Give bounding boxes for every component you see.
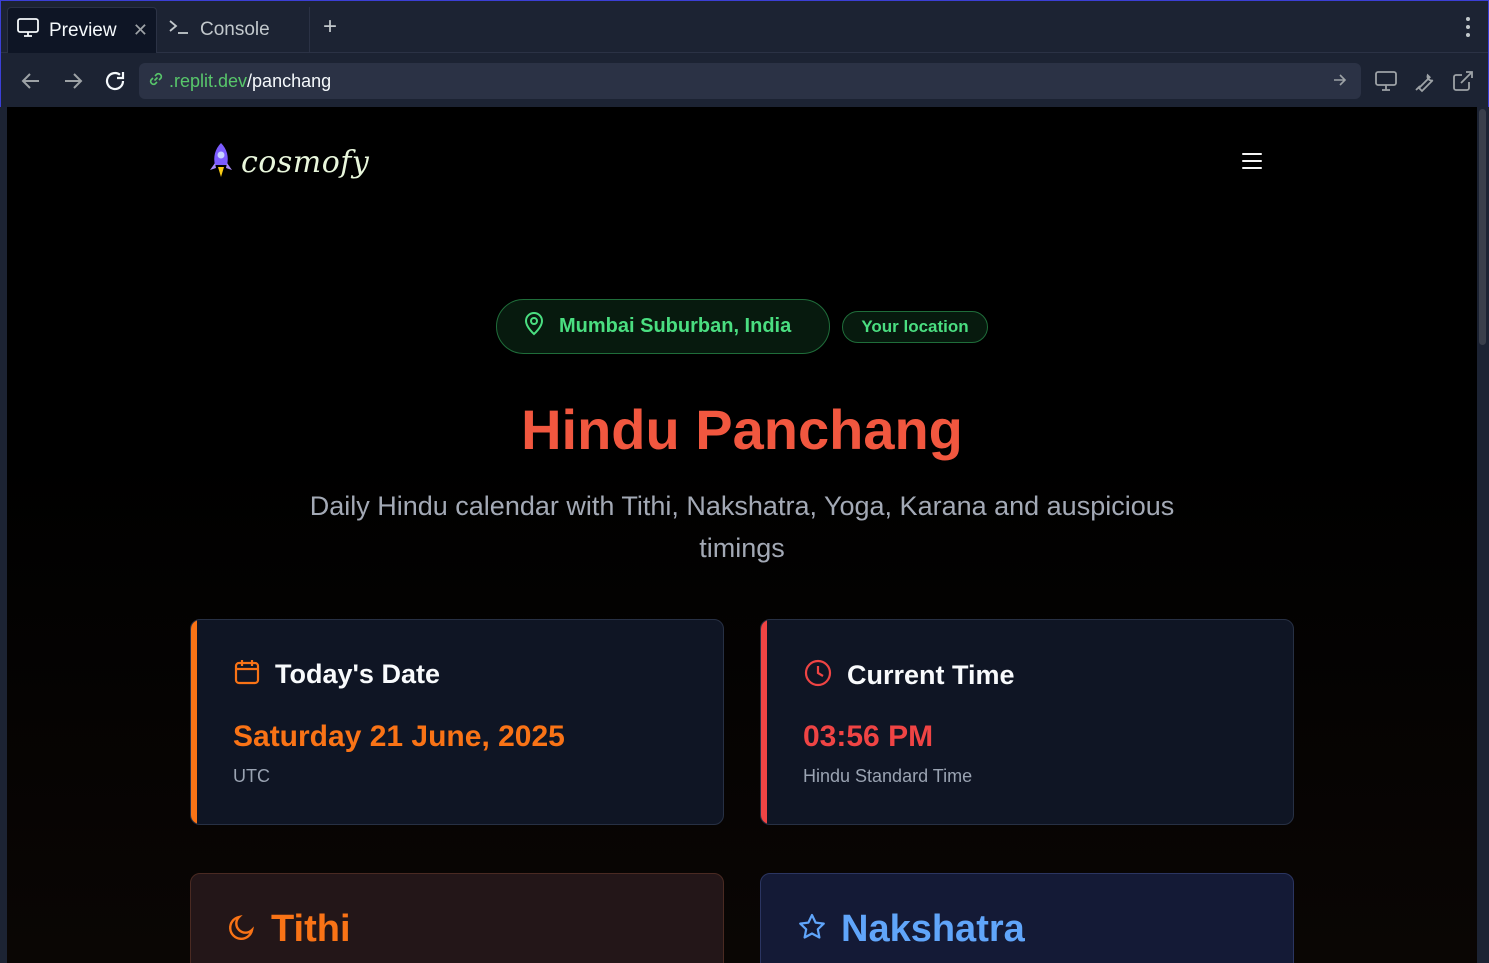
new-tab-button[interactable]: + [323, 15, 337, 39]
logo-text: cosmofy [241, 145, 370, 180]
card-heading: Today's Date [275, 659, 440, 689]
moon-icon [227, 912, 257, 947]
close-tab-icon[interactable]: ✕ [133, 20, 148, 41]
calendar-icon [233, 658, 261, 691]
date-note: UTC [233, 766, 270, 786]
scrollbar-thumb[interactable] [1479, 109, 1486, 345]
card-heading: Nakshatra [841, 908, 1025, 950]
page-scrollbar[interactable] [1477, 107, 1489, 963]
more-options-icon[interactable] [1466, 17, 1470, 37]
open-external-icon[interactable] [1451, 69, 1475, 93]
navigation-bar: .replit.dev/panchang [1, 54, 1488, 108]
back-icon[interactable] [19, 69, 43, 93]
browser-chrome: Preview ✕ Console + .replit.dev/panchang [0, 0, 1489, 107]
card-header: Nakshatra [797, 908, 1025, 951]
card-header: Current Time [803, 658, 1015, 693]
url-host: .replit.dev [169, 70, 248, 91]
link-icon [147, 70, 165, 93]
your-location-badge: Your location [842, 311, 988, 343]
current-time-card: Current Time 03:56 PM Hindu Standard Tim… [760, 619, 1294, 825]
star-icon [797, 912, 827, 947]
devices-icon[interactable] [1374, 69, 1398, 93]
date-value: Saturday 21 June, 2025 [233, 720, 565, 753]
tithi-card: Tithi [190, 873, 724, 963]
card-header: Today's Date [233, 658, 440, 691]
tab-preview-label: Preview [49, 19, 117, 41]
card-header: Tithi [227, 908, 351, 951]
tab-console[interactable]: Console [158, 7, 310, 53]
tab-preview[interactable]: Preview ✕ [7, 7, 157, 53]
address-bar[interactable]: .replit.dev/panchang [139, 63, 1361, 99]
card-accent-bar [761, 620, 767, 824]
monitor-icon [17, 17, 39, 44]
url-path: /panchang [247, 70, 332, 91]
site-logo[interactable]: cosmofy [207, 141, 369, 184]
wrench-icon[interactable] [1413, 69, 1437, 93]
time-value: 03:56 PM [803, 720, 934, 753]
reload-icon[interactable] [103, 69, 127, 93]
clock-icon [803, 658, 833, 693]
map-pin-icon [523, 312, 545, 341]
page-viewport: cosmofy Mumbai Suburban, India Your loca… [7, 107, 1477, 963]
terminal-icon [168, 18, 190, 42]
rocket-icon [207, 141, 235, 184]
page-title: Hindu Panchang [521, 398, 963, 461]
forward-icon[interactable] [61, 69, 85, 93]
tab-console-label: Console [200, 19, 270, 40]
nakshatra-card: Nakshatra [760, 873, 1294, 963]
todays-date-card: Today's Date Saturday 21 June, 2025 UTC [190, 619, 724, 825]
location-name: Mumbai Suburban, India [559, 315, 792, 337]
card-accent-bar [191, 620, 197, 824]
location-pill[interactable]: Mumbai Suburban, India [496, 299, 830, 354]
hamburger-icon[interactable] [1242, 153, 1262, 174]
time-note: Hindu Standard Time [803, 766, 973, 786]
page-subtitle: Daily Hindu calendar with Tithi, Nakshat… [309, 491, 1175, 563]
card-heading: Tithi [271, 908, 351, 950]
card-heading: Current Time [847, 660, 1015, 690]
tab-bar: Preview ✕ Console + [1, 1, 1488, 53]
go-arrow-icon[interactable] [1331, 71, 1349, 94]
